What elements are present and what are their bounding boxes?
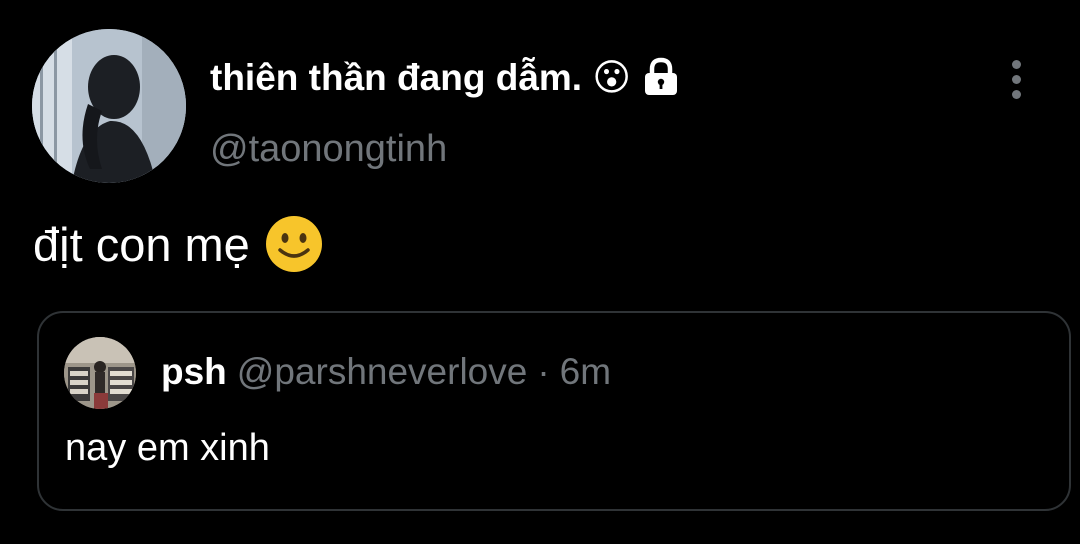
tweet-card: thiên thần đang dẫm. 😮 @taonongtinh địt … — [0, 0, 1080, 544]
quote-author-handle[interactable]: @parshneverlove — [237, 351, 528, 393]
author-display-name[interactable]: thiên thần đang dẫm. 😮 — [210, 56, 631, 99]
quote-header: psh @parshneverlove · 6m — [161, 351, 611, 393]
quote-timestamp[interactable]: 6m — [560, 351, 611, 393]
author-handle[interactable]: @taonongtinh — [210, 128, 447, 171]
quoted-tweet-card[interactable]: psh @parshneverlove · 6m nay em xinh — [37, 311, 1071, 511]
more-vertical-icon[interactable] — [996, 56, 1038, 104]
room-photo-avatar-image — [64, 337, 136, 409]
quote-author-name[interactable]: psh — [161, 351, 227, 393]
quote-separator: · — [537, 351, 550, 392]
silhouette-avatar-image — [32, 29, 186, 183]
author-name-row: thiên thần đang dẫm. 😮 — [210, 52, 683, 102]
quote-author-avatar[interactable] — [64, 337, 136, 409]
author-avatar[interactable] — [32, 29, 186, 183]
tweet-text: địt con mẹ — [33, 217, 250, 271]
lock-icon — [639, 55, 683, 99]
slightly-smiling-face-icon — [264, 214, 324, 274]
quote-text: nay em xinh — [65, 427, 270, 469]
tweet-text-row: địt con mẹ — [33, 214, 324, 274]
